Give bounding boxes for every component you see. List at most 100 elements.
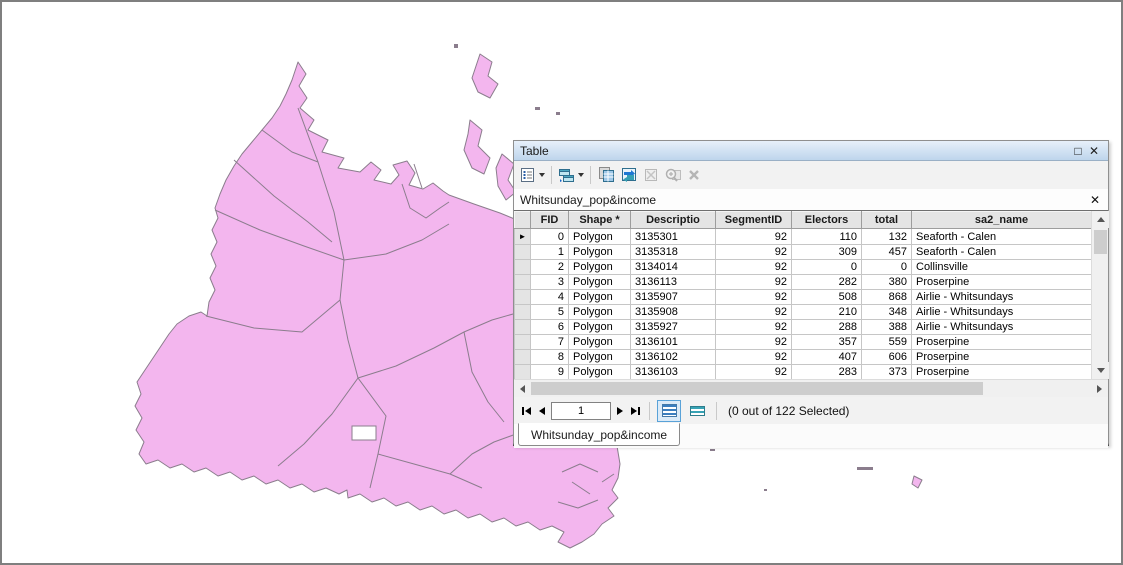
close-button[interactable]: ✕ bbox=[1086, 142, 1102, 160]
row-selector[interactable] bbox=[514, 304, 531, 320]
scroll-right-button[interactable] bbox=[1091, 380, 1108, 397]
column-header-segmentid[interactable]: SegmentID bbox=[715, 211, 792, 229]
cell-fid[interactable]: 6 bbox=[530, 319, 569, 335]
cell-descriptio[interactable]: 3135927 bbox=[630, 319, 716, 335]
cell-descriptio[interactable]: 3136101 bbox=[630, 334, 716, 350]
cell-segmentid[interactable]: 92 bbox=[715, 364, 792, 379]
cell-fid[interactable]: 8 bbox=[530, 349, 569, 365]
cell-sa2_name[interactable]: Proserpine bbox=[911, 334, 1091, 350]
column-header-sa2_name[interactable]: sa2_name bbox=[911, 211, 1091, 229]
cell-descriptio[interactable]: 3134014 bbox=[630, 259, 716, 275]
cell-shape[interactable]: Polygon bbox=[568, 259, 631, 275]
column-header-fid[interactable]: FID bbox=[530, 211, 569, 229]
scroll-up-button[interactable] bbox=[1092, 211, 1109, 228]
switch-selection-button[interactable] bbox=[618, 164, 640, 186]
horizontal-scroll-track[interactable] bbox=[531, 380, 1091, 397]
cell-sa2_name[interactable]: Seaforth - Calen bbox=[911, 244, 1091, 260]
row-selector[interactable] bbox=[514, 259, 531, 275]
cell-sa2_name[interactable]: Airlie - Whitsundays bbox=[911, 289, 1091, 305]
cell-descriptio[interactable]: 3136103 bbox=[630, 364, 716, 379]
cell-fid[interactable]: 7 bbox=[530, 334, 569, 350]
cell-shape[interactable]: Polygon bbox=[568, 304, 631, 320]
first-record-button[interactable] bbox=[520, 405, 533, 417]
cell-fid[interactable]: 4 bbox=[530, 289, 569, 305]
cell-total[interactable]: 606 bbox=[861, 349, 912, 365]
cell-fid[interactable]: 2 bbox=[530, 259, 569, 275]
cell-total[interactable]: 868 bbox=[861, 289, 912, 305]
cell-segmentid[interactable]: 92 bbox=[715, 274, 792, 290]
select-by-attributes-button[interactable] bbox=[595, 164, 617, 186]
cell-descriptio[interactable]: 3135907 bbox=[630, 289, 716, 305]
next-record-button[interactable] bbox=[615, 405, 625, 417]
cell-descriptio[interactable]: 3136113 bbox=[630, 274, 716, 290]
cell-segmentid[interactable]: 92 bbox=[715, 319, 792, 335]
cell-total[interactable]: 0 bbox=[861, 259, 912, 275]
cell-sa2_name[interactable]: Proserpine bbox=[911, 349, 1091, 365]
cell-shape[interactable]: Polygon bbox=[568, 349, 631, 365]
cell-shape[interactable]: Polygon bbox=[568, 334, 631, 350]
scroll-left-button[interactable] bbox=[514, 380, 531, 397]
cell-electors[interactable]: 0 bbox=[791, 259, 862, 275]
cell-shape[interactable]: Polygon bbox=[568, 244, 631, 260]
row-selector[interactable] bbox=[514, 274, 531, 290]
cell-shape[interactable]: Polygon bbox=[568, 319, 631, 335]
cell-electors[interactable]: 288 bbox=[791, 319, 862, 335]
cell-total[interactable]: 388 bbox=[861, 319, 912, 335]
show-all-records-button[interactable] bbox=[657, 399, 681, 422]
show-selected-records-button[interactable] bbox=[685, 400, 709, 422]
cell-electors[interactable]: 309 bbox=[791, 244, 862, 260]
cell-segmentid[interactable]: 92 bbox=[715, 289, 792, 305]
scroll-down-button[interactable] bbox=[1092, 362, 1109, 379]
maximize-button[interactable]: □ bbox=[1070, 142, 1086, 160]
cell-fid[interactable]: 1 bbox=[530, 244, 569, 260]
cell-electors[interactable]: 407 bbox=[791, 349, 862, 365]
table-options-button[interactable] bbox=[518, 164, 547, 186]
row-selector[interactable]: ► bbox=[514, 228, 531, 245]
cell-sa2_name[interactable]: Collinsville bbox=[911, 259, 1091, 275]
row-selector[interactable] bbox=[514, 319, 531, 335]
cell-total[interactable]: 132 bbox=[861, 228, 912, 245]
cell-fid[interactable]: 5 bbox=[530, 304, 569, 320]
column-header-electors[interactable]: Electors bbox=[791, 211, 862, 229]
cell-fid[interactable]: 0 bbox=[530, 228, 569, 245]
cell-shape[interactable]: Polygon bbox=[568, 289, 631, 305]
row-selector[interactable] bbox=[514, 364, 531, 379]
cell-sa2_name[interactable]: Proserpine bbox=[911, 364, 1091, 379]
cell-segmentid[interactable]: 92 bbox=[715, 304, 792, 320]
last-record-button[interactable] bbox=[629, 405, 642, 417]
cell-segmentid[interactable]: 92 bbox=[715, 259, 792, 275]
cell-shape[interactable]: Polygon bbox=[568, 274, 631, 290]
row-selector[interactable] bbox=[514, 334, 531, 350]
cell-shape[interactable]: Polygon bbox=[568, 364, 631, 379]
row-selector[interactable] bbox=[514, 289, 531, 305]
cell-descriptio[interactable]: 3135908 bbox=[630, 304, 716, 320]
cell-descriptio[interactable]: 3136102 bbox=[630, 349, 716, 365]
cell-shape[interactable]: Polygon bbox=[568, 228, 631, 245]
table-window-titlebar[interactable]: Table □ ✕ bbox=[514, 141, 1108, 161]
vertical-scroll-track[interactable] bbox=[1092, 228, 1108, 362]
current-record-input[interactable] bbox=[551, 401, 611, 420]
column-header-descriptio[interactable]: Descriptio bbox=[630, 211, 716, 229]
cell-electors[interactable]: 283 bbox=[791, 364, 862, 379]
cell-total[interactable]: 348 bbox=[861, 304, 912, 320]
cell-segmentid[interactable]: 92 bbox=[715, 228, 792, 245]
cell-total[interactable]: 559 bbox=[861, 334, 912, 350]
cell-segmentid[interactable]: 92 bbox=[715, 334, 792, 350]
cell-electors[interactable]: 508 bbox=[791, 289, 862, 305]
cell-electors[interactable]: 357 bbox=[791, 334, 862, 350]
cell-total[interactable]: 380 bbox=[861, 274, 912, 290]
vertical-scrollbar[interactable] bbox=[1091, 211, 1109, 379]
cell-descriptio[interactable]: 3135318 bbox=[630, 244, 716, 260]
cell-segmentid[interactable]: 92 bbox=[715, 244, 792, 260]
cell-sa2_name[interactable]: Airlie - Whitsundays bbox=[911, 304, 1091, 320]
cell-electors[interactable]: 110 bbox=[791, 228, 862, 245]
cell-electors[interactable]: 210 bbox=[791, 304, 862, 320]
cell-total[interactable]: 373 bbox=[861, 364, 912, 379]
cell-electors[interactable]: 282 bbox=[791, 274, 862, 290]
cell-sa2_name[interactable]: Airlie - Whitsundays bbox=[911, 319, 1091, 335]
cell-fid[interactable]: 9 bbox=[530, 364, 569, 379]
cell-descriptio[interactable]: 3135301 bbox=[630, 228, 716, 245]
horizontal-scroll-thumb[interactable] bbox=[531, 382, 983, 395]
related-tables-button[interactable] bbox=[556, 164, 586, 186]
column-header-shape[interactable]: Shape * bbox=[568, 211, 631, 229]
